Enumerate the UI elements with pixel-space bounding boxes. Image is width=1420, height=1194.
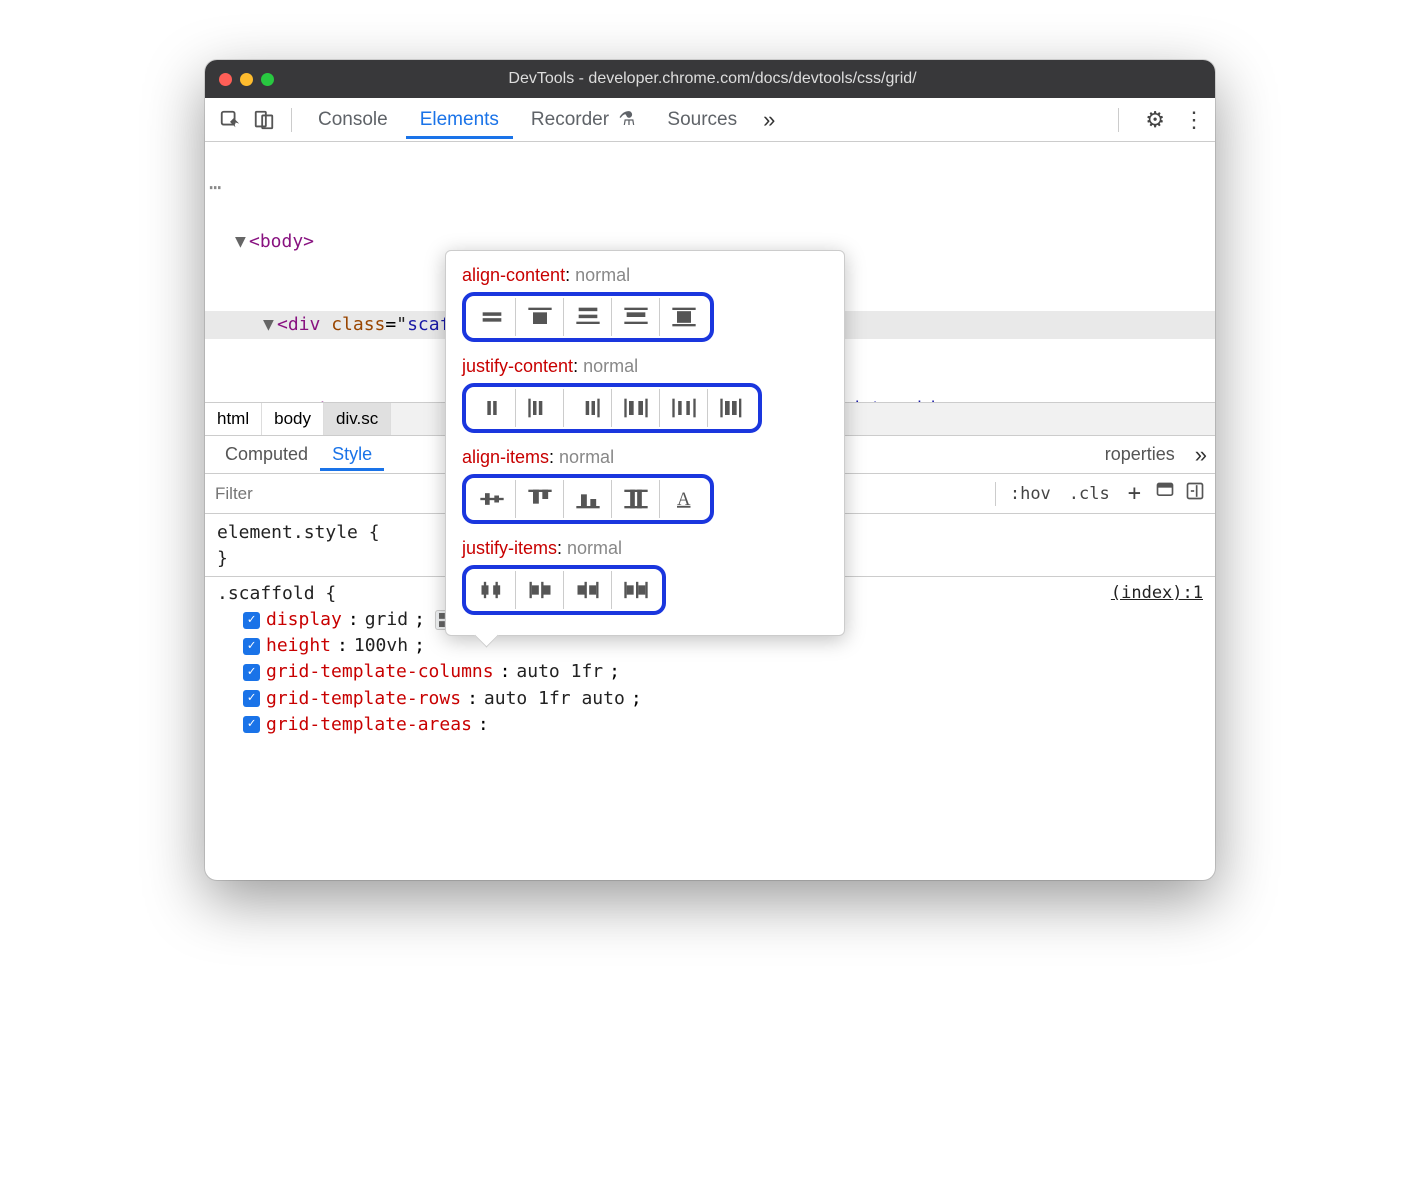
justify-items-buttons <box>462 565 666 615</box>
crumb-body[interactable]: body <box>262 403 324 435</box>
crumb-div-scaffold[interactable]: div.sc <box>324 403 391 435</box>
align-items-start-icon[interactable] <box>516 480 564 518</box>
justify-content-space-around-icon[interactable] <box>660 389 708 427</box>
inspect-element-icon[interactable] <box>215 105 245 135</box>
tab-recorder[interactable]: Recorder ⚗ <box>517 100 649 139</box>
devtools-window: DevTools - developer.chrome.com/docs/dev… <box>205 60 1215 880</box>
justify-items-start-icon[interactable] <box>516 571 564 609</box>
crumb-html[interactable]: html <box>205 403 262 435</box>
section-justify-content: justify-content: normal <box>462 356 828 433</box>
justify-content-end-icon[interactable] <box>564 389 612 427</box>
decl-grid-template-columns[interactable]: ✓ grid-template-columns: auto 1fr; <box>217 659 1203 685</box>
justify-items-end-icon[interactable] <box>564 571 612 609</box>
justify-content-space-between-icon[interactable] <box>612 389 660 427</box>
checkbox-icon[interactable]: ✓ <box>243 716 260 733</box>
checkbox-icon[interactable]: ✓ <box>243 664 260 681</box>
minimize-window-icon[interactable] <box>240 73 253 86</box>
align-items-center-icon[interactable] <box>468 480 516 518</box>
checkbox-icon[interactable]: ✓ <box>243 690 260 707</box>
align-content-stretch-icon[interactable] <box>660 298 708 336</box>
tab-sources[interactable]: Sources <box>653 101 751 139</box>
tab-elements[interactable]: Elements <box>406 101 513 139</box>
subtab-styles[interactable]: Style <box>320 438 384 471</box>
align-items-stretch-icon[interactable] <box>612 480 660 518</box>
justify-content-space-evenly-icon[interactable] <box>708 389 756 427</box>
align-content-center-icon[interactable] <box>468 298 516 336</box>
subtab-properties[interactable]: roperties <box>1093 438 1187 471</box>
section-justify-items: justify-items: normal <box>462 538 828 615</box>
zoom-window-icon[interactable] <box>261 73 274 86</box>
close-window-icon[interactable] <box>219 73 232 86</box>
justify-items-stretch-icon[interactable] <box>612 571 660 609</box>
align-items-end-icon[interactable] <box>564 480 612 518</box>
dom-node[interactable]: <top-nav <box>307 398 405 402</box>
toggle-rendering-icon[interactable] <box>1185 481 1205 507</box>
justify-content-start-icon[interactable] <box>516 389 564 427</box>
new-rule-button[interactable]: + <box>1124 481 1145 506</box>
align-content-start-icon[interactable] <box>516 298 564 336</box>
align-items-buttons: A <box>462 474 714 524</box>
more-subtabs-icon[interactable]: » <box>1195 442 1207 468</box>
window-titlebar: DevTools - developer.chrome.com/docs/dev… <box>205 60 1215 98</box>
device-toolbar-icon[interactable] <box>249 105 279 135</box>
dom-node[interactable]: <body> <box>249 231 314 252</box>
decl-height[interactable]: ✓ height: 100vh; <box>217 633 1203 659</box>
divider <box>1118 108 1119 132</box>
justify-content-buttons <box>462 383 762 433</box>
decl-grid-template-areas[interactable]: ✓ grid-template-areas: <box>217 712 1203 738</box>
main-tab-bar: Console Elements Recorder ⚗ Sources » ⚙ … <box>205 98 1215 142</box>
flask-icon: ⚗ <box>618 109 635 130</box>
justify-content-center-icon[interactable] <box>468 389 516 427</box>
section-align-content: align-content: normal <box>462 265 828 342</box>
align-items-baseline-icon[interactable]: A <box>660 480 708 518</box>
subtab-computed[interactable]: Computed <box>213 438 320 471</box>
divider <box>995 482 996 506</box>
kebab-menu-icon[interactable]: ⋮ <box>1183 107 1205 133</box>
tab-console[interactable]: Console <box>304 101 402 139</box>
cls-toggle[interactable]: .cls <box>1065 484 1114 504</box>
traffic-lights <box>219 73 274 86</box>
divider <box>291 108 292 132</box>
checkbox-icon[interactable]: ✓ <box>243 612 260 629</box>
align-content-end-icon[interactable] <box>564 298 612 336</box>
svg-text:A: A <box>677 489 691 510</box>
section-align-items: align-items: normal A <box>462 447 828 524</box>
gear-icon[interactable]: ⚙ <box>1145 107 1165 133</box>
justify-items-center-icon[interactable] <box>468 571 516 609</box>
tab-recorder-label: Recorder <box>531 109 609 130</box>
window-title: DevTools - developer.chrome.com/docs/dev… <box>294 70 1201 88</box>
grid-editor-popover: align-content: normal justify-content: n… <box>445 250 845 636</box>
rule-source-link[interactable]: (index):1 <box>1111 581 1203 606</box>
ellipsis-icon[interactable]: ⋯ <box>209 172 222 203</box>
align-content-space-between-icon[interactable] <box>612 298 660 336</box>
computed-sidebar-icon[interactable] <box>1155 481 1175 507</box>
more-tabs-icon[interactable]: » <box>763 107 775 133</box>
align-content-buttons <box>462 292 714 342</box>
hov-toggle[interactable]: :hov <box>1006 484 1055 504</box>
decl-grid-template-rows[interactable]: ✓ grid-template-rows: auto 1fr auto; <box>217 686 1203 712</box>
checkbox-icon[interactable]: ✓ <box>243 638 260 655</box>
